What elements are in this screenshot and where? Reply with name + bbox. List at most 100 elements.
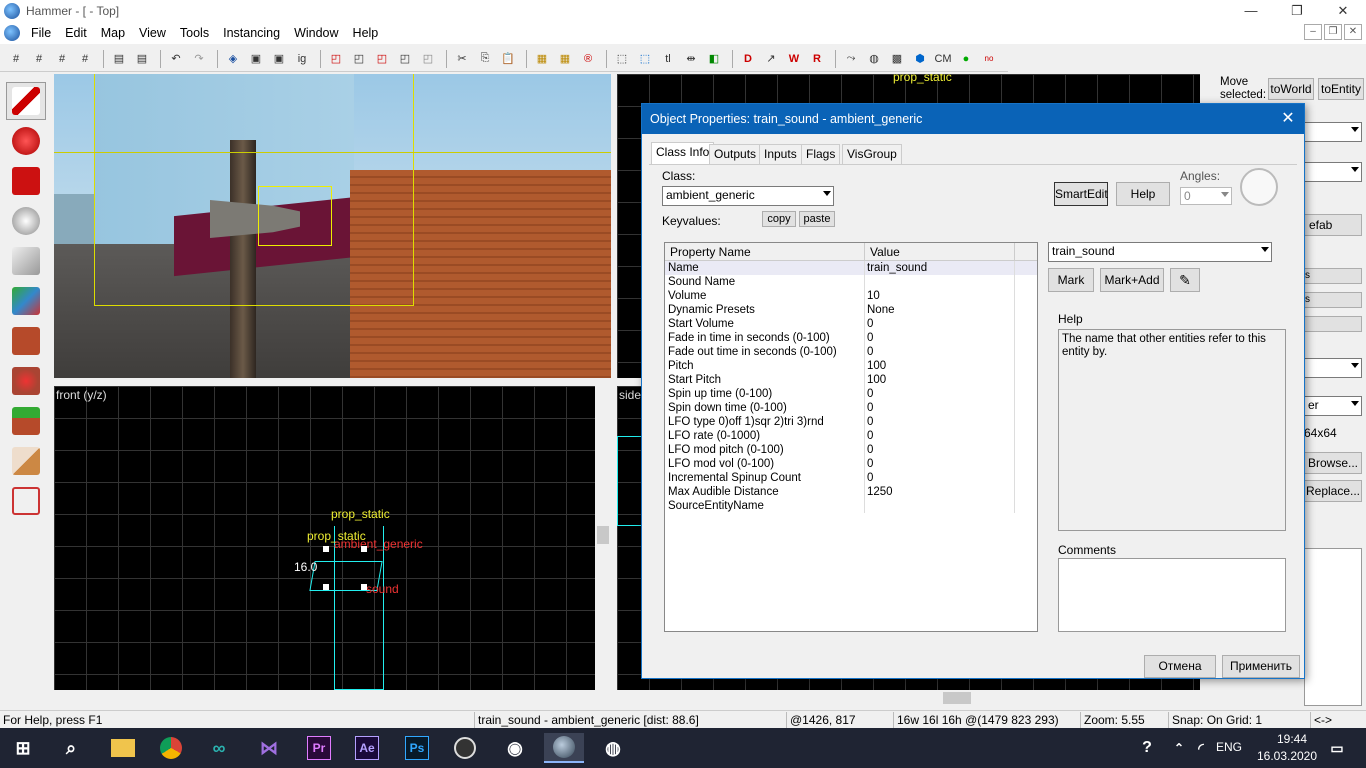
handle-top-right[interactable] <box>361 546 367 552</box>
column-property-name[interactable]: Property Name <box>665 243 865 260</box>
cut-icon[interactable]: ✂ <box>452 49 472 69</box>
camera-tool-icon[interactable] <box>6 162 46 200</box>
to-entity-button[interactable]: toEntity <box>1318 78 1364 100</box>
table-row[interactable]: LFO mod pitch (0-100) 0 <box>665 443 1037 457</box>
tl-icon[interactable]: tl <box>658 49 678 69</box>
mark-add-button[interactable]: Mark+Add <box>1100 268 1164 292</box>
table-row[interactable]: SourceEntityName <box>665 499 1037 513</box>
ungroup-icon[interactable]: ▤ <box>132 49 152 69</box>
texture-scale-icon[interactable]: ▦ <box>555 49 575 69</box>
menu-view[interactable]: View <box>132 26 173 40</box>
group-icon[interactable]: ▤ <box>109 49 129 69</box>
table-row[interactable]: Sound Name <box>665 275 1037 289</box>
angles-dial[interactable] <box>1240 168 1278 206</box>
right-dropdown-3[interactable] <box>1304 358 1362 378</box>
table-row[interactable]: LFO type 0)off 1)sqr 2)tri 3)rnd 0 <box>665 415 1037 429</box>
right-dropdown-2[interactable] <box>1304 162 1362 182</box>
create-prefab-button[interactable]: efab <box>1304 214 1362 236</box>
chrome-icon[interactable] <box>156 733 186 763</box>
value-combobox[interactable]: train_sound <box>1048 242 1272 262</box>
grid-smaller-icon[interactable]: # <box>29 49 49 69</box>
minimize-button[interactable]: — <box>1228 0 1274 22</box>
tab-class-info[interactable]: Class Info <box>651 142 715 164</box>
right-button-3[interactable] <box>1304 316 1362 332</box>
replace-button[interactable]: Replace... <box>1304 480 1362 502</box>
network-icon[interactable]: ◜ <box>1186 733 1216 763</box>
tab-flags[interactable]: Flags <box>801 144 841 164</box>
copy-icon[interactable]: ⎘ <box>475 49 495 69</box>
w-icon[interactable]: W <box>784 49 804 69</box>
block-tool-icon[interactable] <box>6 242 46 280</box>
table-row[interactable]: Fade in time in seconds (0-100) 0 <box>665 331 1037 345</box>
menu-help[interactable]: Help <box>346 26 386 40</box>
mdi-minimize-button[interactable]: – <box>1304 24 1322 40</box>
side-hscroll[interactable] <box>617 690 1200 706</box>
handle-bottom-left[interactable] <box>323 584 329 590</box>
xbox-icon[interactable]: ◍ <box>598 733 628 763</box>
table-row[interactable]: Max Audible Distance 1250 <box>665 485 1037 499</box>
menu-map[interactable]: Map <box>94 26 132 40</box>
solid-mixed-icon[interactable]: ◰ <box>372 49 392 69</box>
decal-tool-icon[interactable] <box>6 362 46 400</box>
table-row[interactable]: Fade out time in seconds (0-100) 0 <box>665 345 1037 359</box>
hammer-taskbar-icon[interactable] <box>544 733 584 763</box>
arduino-icon[interactable]: ∞ <box>204 733 234 763</box>
mdi-restore-button[interactable]: ❐ <box>1324 24 1342 40</box>
table-row[interactable]: Incremental Spinup Count 0 <box>665 471 1037 485</box>
table-row[interactable]: Start Pitch 100 <box>665 373 1037 387</box>
overlay-tool-icon[interactable] <box>6 402 46 440</box>
table-row[interactable]: LFO mod vol (0-100) 0 <box>665 457 1037 471</box>
table-row[interactable]: Spin up time (0-100) 0 <box>665 387 1037 401</box>
smartedit-button[interactable]: SmartEdit <box>1054 182 1108 206</box>
menu-instancing[interactable]: Instancing <box>216 26 287 40</box>
clock-date[interactable]: 16.03.2020 <box>1252 749 1322 763</box>
front-hscroll[interactable] <box>54 690 611 706</box>
handle-bottom-right[interactable] <box>361 584 367 590</box>
right-button-s2[interactable]: s <box>1304 292 1362 308</box>
file-explorer-icon[interactable] <box>108 733 138 763</box>
solid-alt-icon[interactable]: ◰ <box>395 49 415 69</box>
menu-edit[interactable]: Edit <box>58 26 94 40</box>
texture-dropdown[interactable]: er <box>1304 396 1362 416</box>
front-viewport[interactable]: front (y/z) prop_static prop_static ambi… <box>54 386 595 690</box>
texture-tool-icon[interactable] <box>6 282 46 320</box>
obs-icon[interactable] <box>450 733 480 763</box>
carve-icon[interactable]: ◈ <box>223 49 243 69</box>
select-box-icon[interactable]: ⬚ <box>612 49 632 69</box>
handle-top-left[interactable] <box>323 546 329 552</box>
undo-icon[interactable]: ↶ <box>166 49 186 69</box>
visual-studio-icon[interactable]: ⋈ <box>254 733 284 763</box>
grid-toggle-icon[interactable]: # <box>75 49 95 69</box>
table-row[interactable]: LFO rate (0-1000) 0 <box>665 429 1037 443</box>
start-icon[interactable]: ⊞ <box>8 733 38 763</box>
table-row[interactable]: Volume 10 <box>665 289 1037 303</box>
mark-button[interactable]: Mark <box>1048 268 1094 292</box>
table-row[interactable]: Dynamic Presets None <box>665 303 1037 317</box>
column-value[interactable]: Value <box>865 243 1015 260</box>
flip-icon[interactable]: ◧ <box>704 49 724 69</box>
help-button[interactable]: Help <box>1116 182 1170 206</box>
align-icon[interactable]: ⇹ <box>681 49 701 69</box>
to-world-button[interactable]: toWorld <box>1268 78 1314 100</box>
apply-texture-icon[interactable] <box>6 322 46 360</box>
texture-lock-icon[interactable]: ▦ <box>532 49 552 69</box>
select-dotted-icon[interactable]: ⬚ <box>635 49 655 69</box>
language-indicator[interactable]: ENG <box>1216 740 1242 754</box>
photoshop-icon[interactable]: Ps <box>402 733 432 763</box>
branch-icon[interactable]: ⤳ <box>841 49 861 69</box>
dialog-close-button[interactable]: ✕ <box>1272 104 1304 134</box>
tab-visgroup[interactable]: VisGroup <box>842 144 902 164</box>
browse-button[interactable]: Browse... <box>1304 452 1362 474</box>
mdi-close-button[interactable]: ✕ <box>1344 24 1362 40</box>
redo-icon[interactable]: ↷ <box>189 49 209 69</box>
hollow-icon[interactable]: ▣ <box>269 49 289 69</box>
apply-button[interactable]: Применить <box>1222 655 1300 678</box>
selection-tool-icon[interactable] <box>6 82 46 120</box>
ig-icon[interactable]: ig <box>292 49 312 69</box>
vertex-tool-icon[interactable] <box>6 482 46 520</box>
radius-icon[interactable]: ® <box>578 49 598 69</box>
green-circle-icon[interactable]: ● <box>956 49 976 69</box>
menu-file[interactable]: File <box>24 26 58 40</box>
class-dropdown[interactable]: ambient_generic <box>662 186 834 206</box>
selection-icon[interactable]: ▣ <box>246 49 266 69</box>
